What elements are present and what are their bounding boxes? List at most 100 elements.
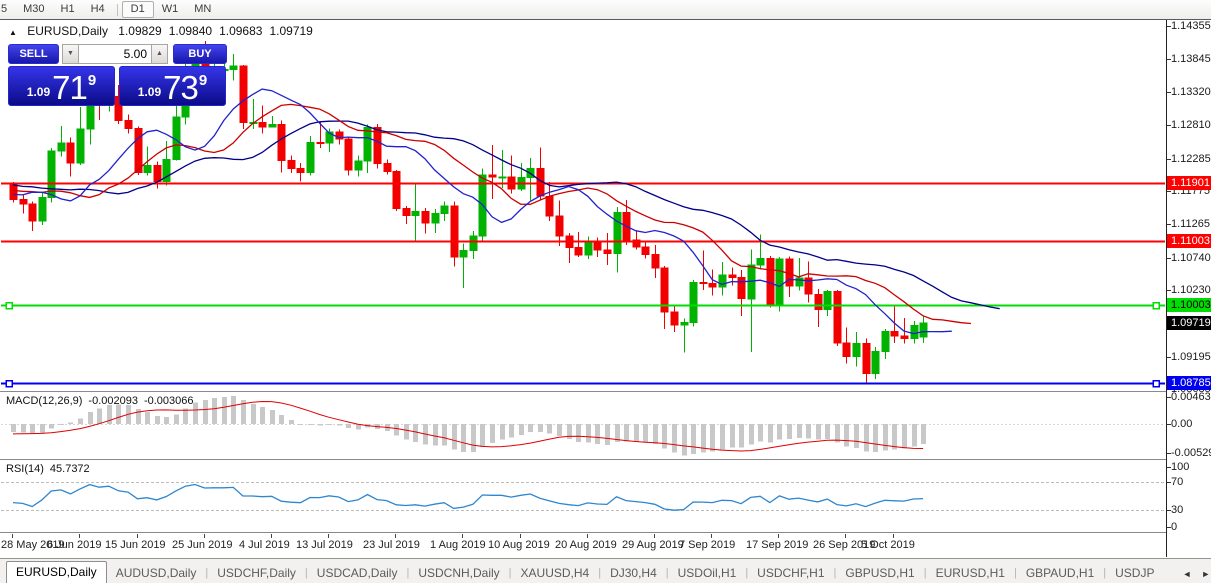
tab-scroll-arrows: ◄► [1177,569,1211,583]
date-axis-tick [204,534,205,538]
buy-price-prefix: 1.09 [138,85,161,99]
price-axis-label: 1.12810 [1171,119,1211,131]
date-axis-label: 10 Aug 2019 [488,539,550,551]
price-axis[interactable]: 1.143551.138451.133201.128101.122851.117… [1167,20,1211,557]
buy-price-big: 73 [163,71,198,104]
tab-gbpaud-h1[interactable]: GBPAUD,H1 [1017,563,1103,583]
horizontal-level-lines[interactable] [1,184,1165,387]
tab-usdoil-h1[interactable]: USDOil,H1 [669,563,746,583]
date-axis-tick [328,534,329,538]
volume-increase-button[interactable]: ▲ [151,44,168,64]
date-axis-tick [462,534,463,538]
date-axis-label: 6 Jun 2019 [47,539,101,551]
macd-indicator-header: MACD(12,26,9) -0.002093 -0.003066 [6,395,200,407]
date-axis-tick [12,534,13,538]
panel-separator[interactable] [0,391,1211,393]
tab-usdchf-daily[interactable]: USDCHF,Daily [208,563,305,583]
price-level-label: 1.08785 [1167,376,1211,390]
rsi-indicator-header: RSI(14) 45.7372 [6,463,96,475]
rsi-axis-label: 70 [1171,476,1183,488]
price-axis-label: 1.11265 [1171,218,1210,230]
macd-signal-line [13,402,923,452]
sell-button[interactable]: SELL [8,44,59,64]
chart-tab-bar: EURUSD,DailyAUDUSD,Daily|USDCHF,Daily|US… [0,558,1211,583]
rsi-label: RSI(14) [6,463,44,475]
date-axis-tick [711,534,712,538]
quote-low: 1.09683 [219,24,262,38]
macd-main-value: -0.002093 [88,395,138,407]
sell-price-panel[interactable]: 1.09719 [8,66,115,106]
macd-axis-label: 0.00463 [1171,391,1211,403]
date-axis-tick [654,534,655,538]
rsi-axis-label: 30 [1171,504,1183,516]
price-axis-label: 1.14355 [1171,20,1211,32]
date-axis-tick [520,534,521,538]
moving-average-lines [13,89,1000,334]
sell-price-big: 71 [52,71,87,104]
sell-price-prefix: 1.09 [27,85,50,99]
tab-dj30-h4[interactable]: DJ30,H4 [601,563,666,583]
rsi-value: 45.7372 [50,463,90,475]
toolbar-separator [117,4,118,16]
price-axis-label: 1.12285 [1171,153,1211,165]
price-level-label: 1.11901 [1167,176,1211,190]
date-axis-tick [893,534,894,538]
tab-xauusd-h4[interactable]: XAUUSD,H4 [512,563,599,583]
one-click-trading-widget: SELL ▼ ▲ BUY 1.09719 1.09739 [8,44,228,106]
date-axis-tick [271,534,272,538]
date-axis-label: 5 Oct 2019 [861,539,915,551]
rsi-panel-lines [1,483,1165,511]
quote-close: 1.09719 [269,24,312,38]
macd-axis-label: 0.00 [1171,418,1192,430]
timeframe-button-h1[interactable]: H1 [53,1,83,18]
quote-open: 1.09829 [118,24,161,38]
tab-eurusd-h1[interactable]: EURUSD,H1 [927,563,1014,583]
date-axis-label: 15 Jun 2019 [105,539,166,551]
chart-window: ▲ EURUSD,Daily 1.098291.098401.096831.09… [0,19,1211,558]
price-axis-label: 1.13845 [1171,53,1211,65]
timeframe-button-w1[interactable]: W1 [154,1,187,18]
price-axis-label: 1.10740 [1171,252,1211,264]
rsi-axis-label: 100 [1171,461,1189,473]
timeframe-button-5[interactable]: 5 [0,1,15,18]
volume-input[interactable] [79,44,151,64]
price-axis-label: 1.13320 [1171,86,1211,98]
macd-signal-value: -0.003066 [144,395,194,407]
timeframe-button-h4[interactable]: H4 [83,1,113,18]
collapse-toggle-icon[interactable]: ▲ [9,28,17,37]
date-axis[interactable]: 28 May 20196 Jun 201915 Jun 201925 Jun 2… [0,534,1166,557]
tab-usdjp[interactable]: USDJP [1106,563,1163,583]
timeframe-button-mn[interactable]: MN [186,1,219,18]
tab-usdchf-h1[interactable]: USDCHF,H1 [748,563,833,583]
buy-button[interactable]: BUY [173,44,227,64]
date-axis-tick [778,534,779,538]
sell-price-sup: 9 [88,72,96,89]
tab-gbpusd-h1[interactable]: GBPUSD,H1 [836,563,923,583]
tab-scroll-right-icon[interactable]: ► [1201,569,1210,579]
macd-axis-label: -0.00529 [1171,447,1211,459]
rsi-axis-label: 0 [1171,521,1177,533]
macd-label: MACD(12,26,9) [6,395,82,407]
date-axis-tick [845,534,846,538]
date-axis-label: 29 Aug 2019 [622,539,684,551]
panel-separator[interactable] [0,459,1211,461]
date-axis-tick [395,534,396,538]
price-level-label: 1.11003 [1167,234,1211,248]
tab-scroll-left-icon[interactable]: ◄ [1182,569,1191,579]
price-level-label: 1.09719 [1167,316,1211,330]
date-axis-tick [587,534,588,538]
timeframe-button-d1[interactable]: D1 [122,1,154,18]
buy-price-panel[interactable]: 1.09739 [119,66,226,106]
tab-eurusd-daily[interactable]: EURUSD,Daily [6,561,107,583]
terminal-window: 5M30H1H4 D1W1MN ▲ EURUSD,Daily 1.09829 1.0… [0,0,1211,583]
timeframe-button-m30[interactable]: M30 [15,1,52,18]
timeframe-toolbar: 5M30H1H4 D1W1MN [0,0,1211,20]
date-axis-tick [79,534,80,538]
date-axis-label: 20 Aug 2019 [555,539,617,551]
tab-usdcnh-daily[interactable]: USDCNH,Daily [409,563,508,583]
tab-usdcad-daily[interactable]: USDCAD,Daily [308,563,407,583]
tab-audusd-daily[interactable]: AUDUSD,Daily [107,563,206,583]
volume-decrease-button[interactable]: ▼ [62,44,79,64]
date-axis-label: 7 Sep 2019 [679,539,735,551]
price-axis-label: 1.09195 [1171,351,1211,363]
